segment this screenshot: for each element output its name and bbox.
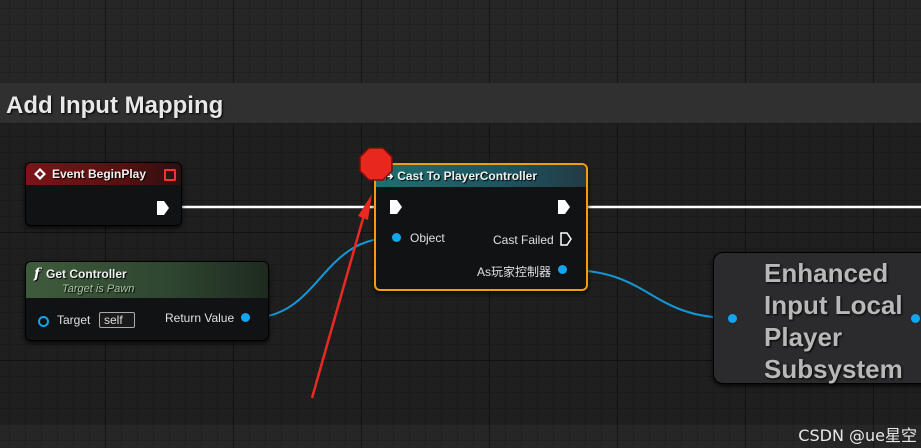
subsystem-output-pin[interactable] <box>911 314 920 323</box>
get-controller-title: Get Controller <box>46 267 127 281</box>
cast-exec-out-pin[interactable] <box>558 200 570 214</box>
event-beginplay-node[interactable]: Event BeginPlay <box>25 162 182 226</box>
target-label: Target <box>57 313 91 327</box>
cast-to-playercontroller-node[interactable]: ↦ Cast To PlayerController Object Cast F… <box>374 163 588 291</box>
data-wire-controller-object[interactable] <box>249 237 393 319</box>
get-controller-node[interactable]: f Get Controller Target is Pawn Target s… <box>25 261 269 341</box>
as-player-controller-label: As玩家控制器 <box>477 265 552 279</box>
exec-out-pin[interactable] <box>157 201 169 215</box>
event-beginplay-header[interactable]: Event BeginPlay <box>26 163 181 185</box>
object-label: Object <box>410 231 445 245</box>
cast-title: Cast To PlayerController <box>397 169 538 183</box>
enhanced-input-subsystem-node[interactable]: Enhanced Input Local Player Subsystem <box>713 252 921 384</box>
get-controller-header[interactable]: f Get Controller Target is Pawn <box>26 262 268 298</box>
target-pin[interactable] <box>38 316 49 327</box>
annotation-arrow <box>310 194 372 399</box>
return-value-label: Return Value <box>165 311 235 325</box>
subsystem-input-pin[interactable] <box>728 314 737 323</box>
return-value-pin[interactable] <box>241 313 250 322</box>
cast-exec-in-pin[interactable] <box>390 200 402 214</box>
function-f-icon: f <box>34 266 41 282</box>
get-controller-subtitle: Target is Pawn <box>62 283 135 295</box>
cast-header[interactable]: ↦ Cast To PlayerController <box>376 165 586 187</box>
subsystem-title: Enhanced Input Local Player Subsystem <box>764 258 903 384</box>
delegate-pin-icon[interactable] <box>164 169 176 181</box>
cast-failed-label: Cast Failed <box>493 233 554 247</box>
breakpoint-octagon-icon[interactable] <box>359 147 393 181</box>
event-beginplay-title: Event BeginPlay <box>52 167 147 181</box>
cast-failed-pin[interactable] <box>560 232 572 246</box>
target-self-field[interactable]: self <box>99 312 135 328</box>
object-pin[interactable] <box>392 233 401 242</box>
watermark: CSDN @ue星空 <box>798 426 917 445</box>
as-player-controller-pin[interactable] <box>558 265 567 274</box>
event-diamond-icon <box>34 168 46 180</box>
data-wire-cast-subsystem[interactable] <box>567 269 733 319</box>
